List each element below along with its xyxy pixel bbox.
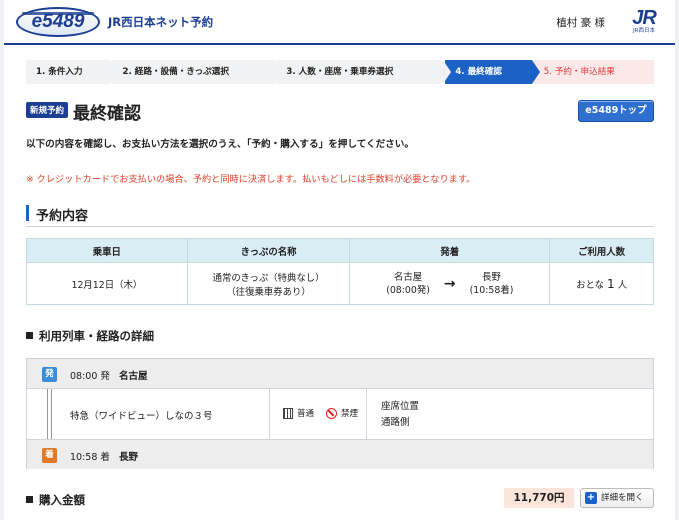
user-name: 植村 豪 様 xyxy=(556,17,605,29)
arrow-right-icon: → xyxy=(443,275,456,292)
plus-icon: + xyxy=(585,492,597,504)
train-name: 特急（ワイドビュー）しなの３号 xyxy=(70,411,213,422)
reservation-table: 乗車日 きっぷの名称 発着 ご利用人数 12月12日（木） 通常のきっぷ（特典な… xyxy=(26,238,654,305)
square-bullet-icon xyxy=(26,332,33,339)
col-pax: ご利用人数 xyxy=(549,238,654,263)
col-route: 発着 xyxy=(349,238,551,263)
step-1: 1. 条件入力 xyxy=(26,60,120,84)
credit-card-warning: ※ クレジットカードでお支払いの場合、予約と同時に決済します。払いもどしには手数… xyxy=(26,174,476,185)
col-date: 乗車日 xyxy=(26,238,188,263)
brand-name: JR西日本ネット予約 xyxy=(108,14,214,29)
departure-time: 08:00 発 xyxy=(70,371,110,382)
e5489-logo[interactable]: e5489 xyxy=(16,6,100,37)
new-reservation-badge: 新規予約 xyxy=(26,102,69,118)
from-station: 名古屋 (08:00発) xyxy=(386,271,430,296)
step-4-current: 4. 最終確認 xyxy=(445,60,541,84)
intro-text: 以下の内容を確認し、お支払い方法を選択のうえ、「予約・購入する」を押してください… xyxy=(26,139,414,150)
train-attributes: 普通 禁煙 xyxy=(283,407,358,419)
seat-position: 座席位置 通路側 xyxy=(381,401,420,428)
page-title: 最終確認 xyxy=(73,104,141,124)
arrival-station: 長野 xyxy=(119,452,139,463)
arrival-time: 10:58 着 xyxy=(70,452,110,463)
train-detail-box: 発 08:00 発 名古屋 特急（ワイドビュー）しなの３号 普通 禁煙 座席位置… xyxy=(26,358,654,469)
step-2: 2. 経路・設備・きっぷ選択 xyxy=(112,60,283,84)
train-detail-title: 利用列車・経路の詳細 xyxy=(26,328,154,344)
ticket-name: 通常のきっぷ（特典なし） （往復乗車券あり） xyxy=(186,262,351,305)
reservation-section-title: 予約内容 xyxy=(26,203,654,227)
to-station: 長野 (10:58着) xyxy=(469,271,514,296)
arrival-row: 着 10:58 着 長野 xyxy=(27,439,653,469)
jr-west-logo[interactable]: JR JR西日本 xyxy=(629,8,659,36)
ride-date: 12月12日（木） xyxy=(26,262,188,305)
e5489-top-button[interactable]: e5489トップ xyxy=(578,100,654,122)
progress-steps: 1. 条件入力 2. 経路・設備・きっぷ選択 3. 人数・座席・乗車券選択 4.… xyxy=(26,60,655,84)
no-smoking-icon xyxy=(326,407,338,419)
title-row: 新規予約 最終確認 e5489トップ xyxy=(26,99,654,124)
page-frame: e5489 JR西日本ネット予約 植村 豪 様 JR JR西日本 1. 条件入力… xyxy=(4,0,675,520)
step-3: 3. 人数・座席・乗車券選択 xyxy=(276,60,452,84)
departure-mark-icon: 発 xyxy=(42,367,57,382)
arrival-mark-icon: 着 xyxy=(42,448,57,463)
departure-station: 名古屋 xyxy=(119,371,148,382)
price-title: 購入金額 xyxy=(26,492,85,508)
passenger-count: おとな 1 人 xyxy=(549,262,654,305)
route-cell: 名古屋 (08:00発) → 長野 (10:58着) xyxy=(349,262,551,305)
col-ticket: きっぷの名称 xyxy=(186,238,351,263)
price-amount: 11,770円 xyxy=(504,488,574,508)
step-5: 5. 予約・申込結果 xyxy=(533,60,655,84)
train-row: 特急（ワイドビュー）しなの３号 普通 禁煙 座席位置 通路側 xyxy=(27,389,653,439)
departure-row: 発 08:00 発 名古屋 xyxy=(27,359,653,389)
section-accent-bar xyxy=(26,205,29,221)
table-row: 12月12日（木） 通常のきっぷ（特典なし） （往復乗車券あり） 名古屋 (08… xyxy=(26,262,654,305)
square-bullet-icon xyxy=(26,496,33,503)
table-header-row: 乗車日 きっぷの名称 発着 ご利用人数 xyxy=(26,238,654,263)
price-row: 購入金額 11,770円 + 詳細を開く xyxy=(26,488,654,510)
ordinary-car-icon xyxy=(283,407,293,419)
site-header: e5489 JR西日本ネット予約 植村 豪 様 JR JR西日本 xyxy=(4,0,675,45)
open-details-button[interactable]: + 詳細を開く xyxy=(580,488,654,508)
